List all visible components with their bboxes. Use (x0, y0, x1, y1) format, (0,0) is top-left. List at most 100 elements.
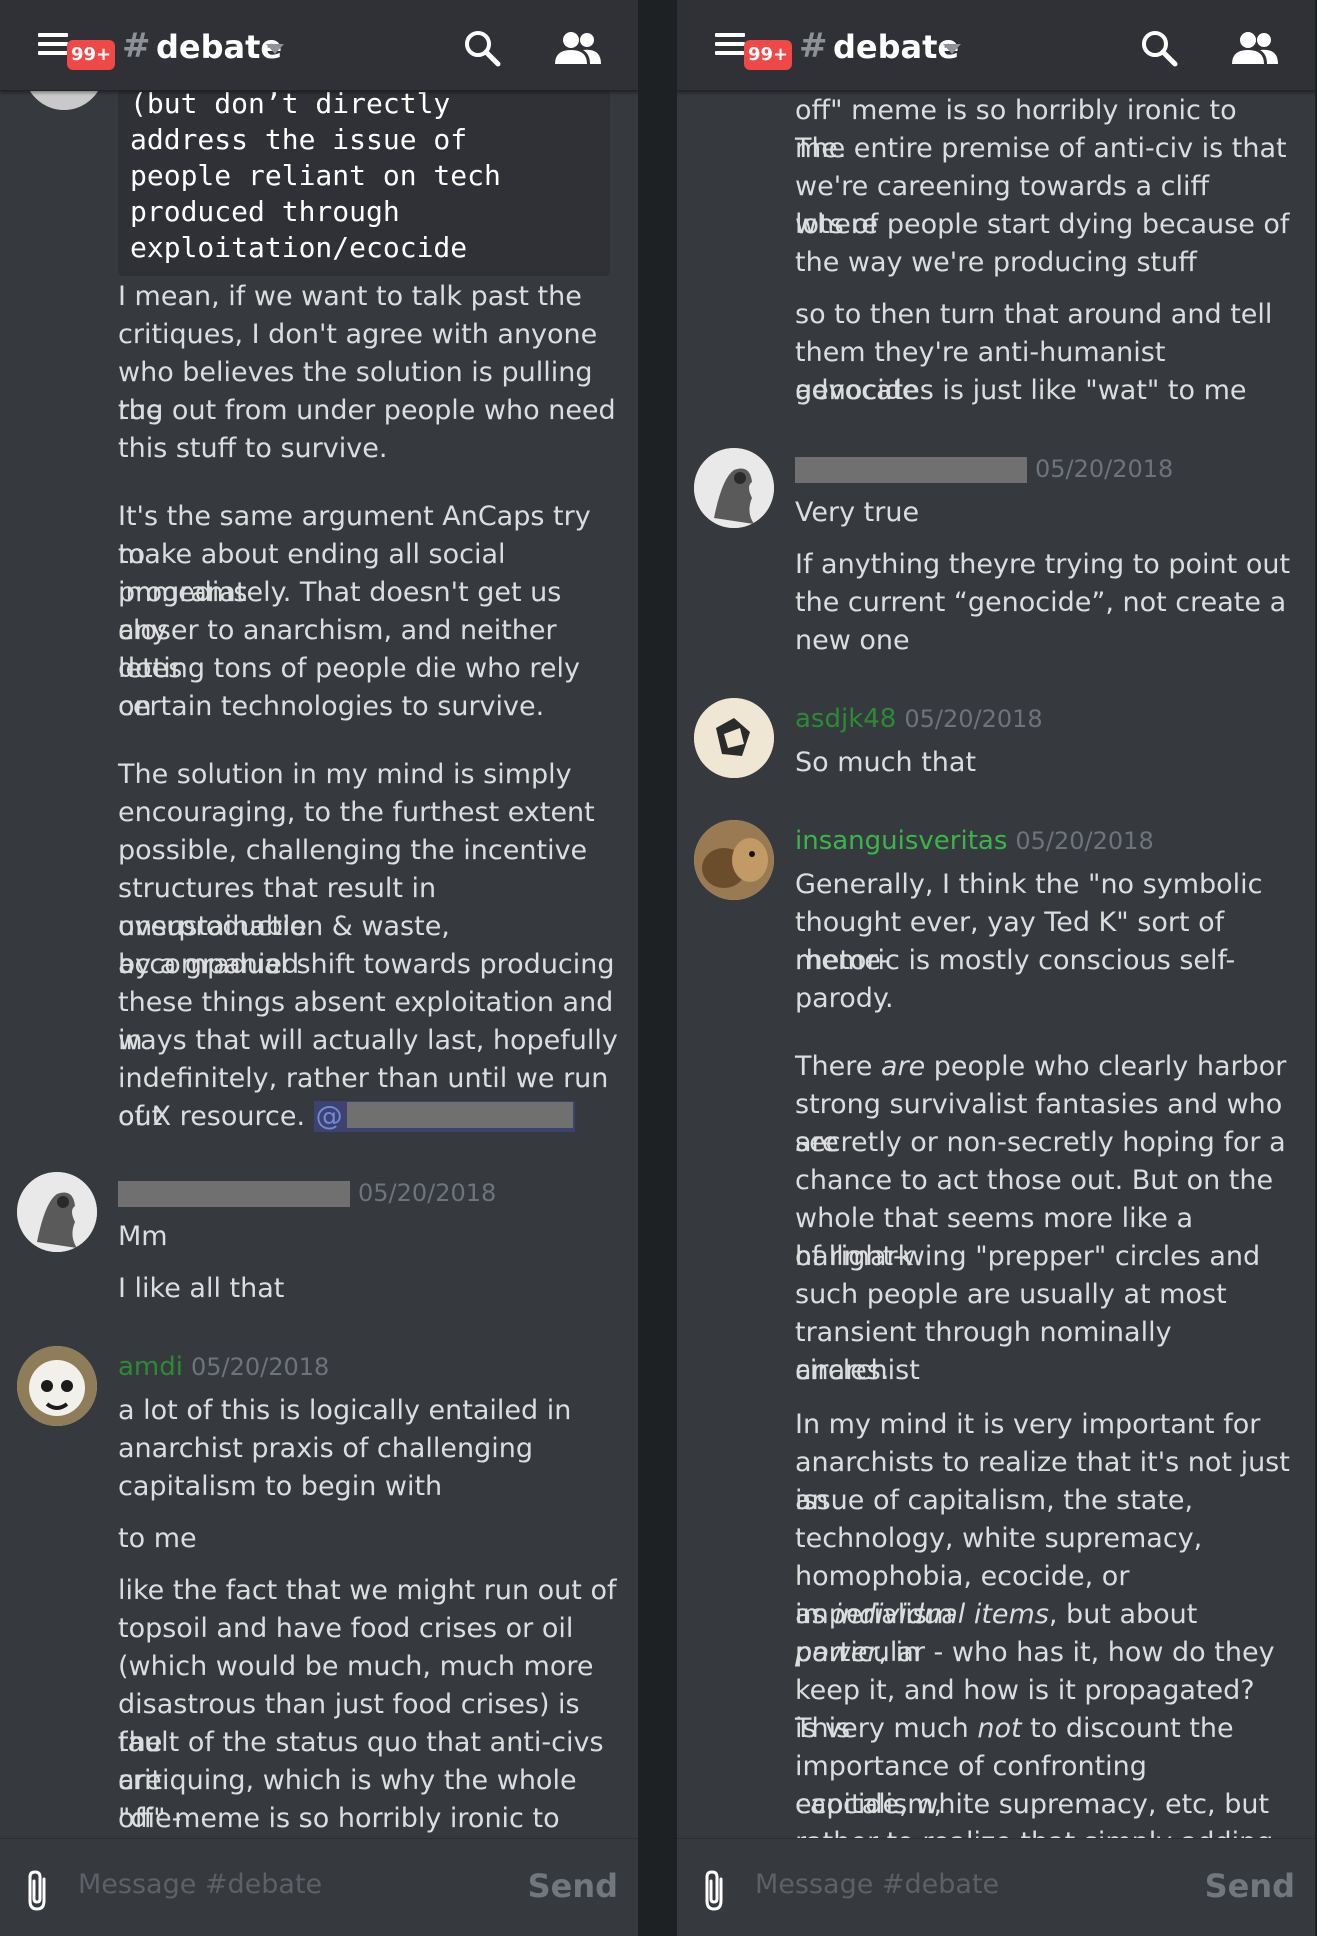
channel-hash-icon: # (122, 26, 151, 66)
username[interactable]: amdi (118, 1352, 183, 1382)
message-text: anarchist praxis of challenging (118, 1433, 534, 1464)
message-text: particular - who has it, how do they (795, 1637, 1275, 1668)
code-line: produced through (130, 195, 400, 228)
message-text: , but about (1048, 1599, 1198, 1630)
chevron-down-icon[interactable] (266, 44, 284, 54)
message-text: There (795, 1051, 881, 1082)
message-text: by a gradual shift towards producing (118, 949, 615, 980)
message-text: In my mind it is very important for (795, 1409, 1261, 1440)
message-text: encouraging, to the furthest extent (118, 797, 595, 828)
message-header: amdi 05/20/2018 (118, 1350, 329, 1384)
paperclip-icon[interactable] (699, 1869, 733, 1913)
channel-header: 99+ # debate (0, 0, 638, 91)
message-text: of X resource. @ (118, 1098, 618, 1136)
message-header: 05/20/2018 (118, 1176, 496, 1210)
message-text: is very much (795, 1713, 978, 1744)
send-button[interactable]: Send (528, 1867, 618, 1905)
avatar[interactable] (17, 1172, 97, 1252)
message-text: people who clearly harbor (925, 1051, 1287, 1082)
code-line: exploitation/ecocide (130, 231, 468, 264)
message-text: lots of people start dying because of (795, 209, 1290, 240)
channel-name[interactable]: debate (833, 28, 959, 66)
message-text: to discount the (1021, 1713, 1234, 1744)
message-text: If anything theyre trying to point out (795, 549, 1291, 580)
code-line: (but don’t directly (130, 87, 451, 120)
avatar-image (17, 1172, 97, 1252)
message-composer: Message #debate Send (677, 1838, 1315, 1936)
message-text: the way we're producing stuff (795, 247, 1197, 278)
message-text: topsoil and have food crises or oil (118, 1613, 574, 1644)
members-icon[interactable] (553, 28, 603, 68)
message-text: I like all that (118, 1273, 285, 1304)
message-text: like the fact that we might run out of (118, 1575, 617, 1606)
chevron-down-icon[interactable] (943, 44, 961, 54)
message-text: There are people who clearly harbor (795, 1048, 1295, 1086)
message-text: I mean, if we want to talk past the (118, 281, 582, 312)
channel-hash-icon: # (799, 26, 828, 66)
send-button[interactable]: Send (1205, 1867, 1295, 1905)
message-text: So much that (795, 747, 977, 778)
code-line: people reliant on tech (130, 159, 501, 192)
emphasis-text: not (977, 1713, 1022, 1744)
notification-badge: 99+ (744, 40, 793, 70)
message-text: advocates is just like "wat" to me (795, 375, 1247, 406)
message-text: as (795, 1599, 835, 1630)
message-timestamp: 05/20/2018 (191, 1353, 330, 1381)
message-text: The solution in my mind is simply (118, 759, 572, 790)
code-line: address the issue of (130, 123, 468, 156)
message-text: the current “genocide”, not create a (795, 587, 1287, 618)
message-text: to me (118, 1523, 197, 1554)
channel-header: 99+ # debate (677, 0, 1315, 91)
message-timestamp: 05/20/2018 (1035, 455, 1174, 483)
avatar[interactable] (17, 1346, 97, 1426)
message-text: rug out from under people who need (118, 395, 616, 426)
message-timestamp: 05/20/2018 (904, 705, 1043, 733)
search-icon[interactable] (1139, 28, 1179, 68)
message-text: rhetoric is mostly conscious self- (795, 945, 1236, 976)
message-text: certain technologies to survive. (118, 691, 545, 722)
message-text: ways that will actually last, hopefully (118, 1025, 618, 1056)
message-text: The entire premise of anti-civ is that (795, 133, 1287, 164)
message-list[interactable]: off" meme is so horribly ironic to me. T… (677, 0, 1315, 1838)
avatar[interactable] (694, 698, 774, 778)
chat-panel-left: (but don’t directly address the issue of… (0, 0, 638, 1936)
chat-panel-right: off" meme is so horribly ironic to me. T… (677, 0, 1315, 1936)
avatar[interactable] (694, 448, 774, 528)
message-text: (which would be much, much more (118, 1651, 594, 1682)
message-text: so to then turn that around and tell (795, 299, 1273, 330)
avatar-image (694, 820, 774, 900)
message-text: of right-wing "prepper" circles and (795, 1241, 1261, 1272)
channel-name[interactable]: debate (156, 28, 282, 66)
emphasis-text: are (880, 1051, 926, 1082)
members-icon[interactable] (1230, 28, 1280, 68)
avatar[interactable] (694, 820, 774, 900)
message-text: rather to realize that simply adding (795, 1824, 1295, 1838)
notification-badge: 99+ (67, 40, 116, 70)
message-input[interactable]: Message #debate (78, 1869, 322, 1900)
message-text: Generally, I think the "no symbolic (795, 869, 1263, 900)
message-text: ecocide, white supremacy, etc, but (795, 1789, 1270, 1820)
mention-at: @ (315, 1101, 343, 1132)
message-text: Mm (118, 1221, 168, 1252)
message-composer: Message #debate Send (0, 1838, 638, 1936)
message-text: such people are usually at most (795, 1279, 1227, 1310)
user-mention[interactable]: @ (313, 1101, 575, 1132)
message-text: new one (795, 625, 910, 656)
message-text: secretly or non-secretly hoping for a (795, 1127, 1286, 1158)
message-input[interactable]: Message #debate (755, 1869, 999, 1900)
message-list[interactable]: (but don’t directly address the issue of… (0, 0, 638, 1838)
emphasis-text: individual items (834, 1599, 1049, 1630)
avatar-image (694, 698, 774, 778)
message-text: issue of capitalism, the state, (795, 1485, 1194, 1516)
message-text: possible, challenging the incentive (118, 835, 588, 866)
username[interactable]: asdjk48 (795, 704, 896, 734)
username[interactable]: insanguisveritas (795, 826, 1007, 856)
message-text: Very true (795, 497, 920, 528)
search-icon[interactable] (462, 28, 502, 68)
message-text: critiques, I don't agree with anyone (118, 319, 598, 350)
message-header: asdjk48 05/20/2018 (795, 702, 1043, 736)
message-text: parody. (795, 983, 894, 1014)
message-text: a lot of this is logically entailed in (118, 1395, 572, 1426)
redacted-username (346, 1102, 573, 1128)
paperclip-icon[interactable] (22, 1869, 56, 1913)
